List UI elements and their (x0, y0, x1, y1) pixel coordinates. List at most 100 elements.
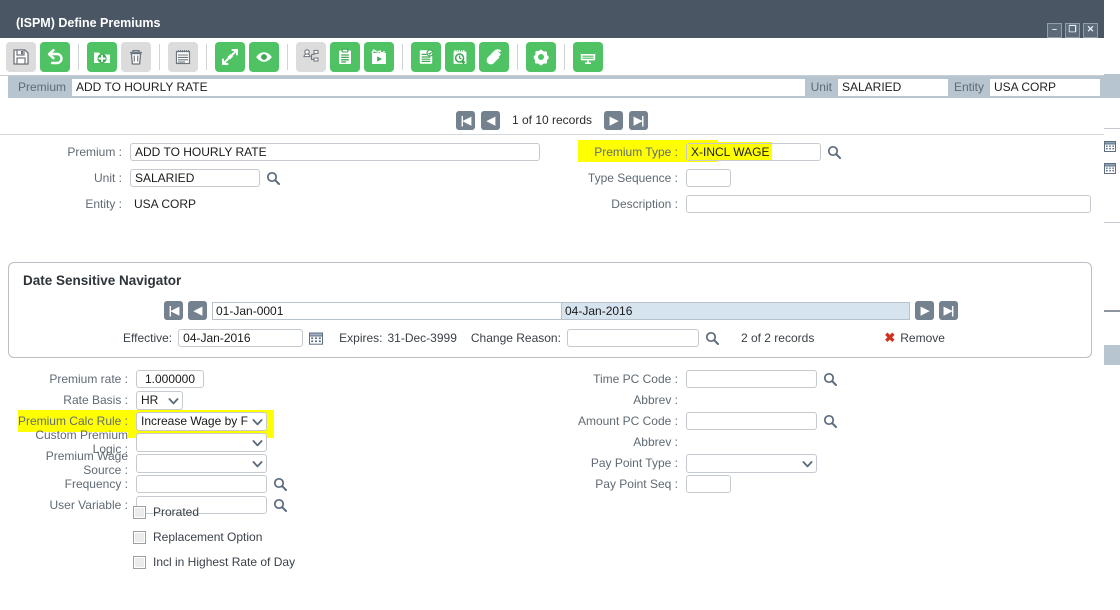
dsn-range-end-input[interactable] (562, 301, 910, 320)
first-record-button[interactable]: |◀ (455, 110, 475, 130)
history-icon (450, 47, 470, 67)
prorated-checkbox[interactable] (133, 505, 146, 519)
strip-premium-input[interactable] (72, 78, 805, 96)
undo-button[interactable] (40, 41, 70, 72)
calendar-icon[interactable] (1104, 140, 1116, 152)
entity-value: USA CORP (134, 197, 197, 211)
maximize-icon: ❐ (1068, 24, 1077, 34)
premium-rate-row: Premium rate : (10, 370, 204, 388)
pay-point-seq-input[interactable] (686, 475, 731, 493)
eye-icon (254, 47, 274, 67)
strip-unit-input[interactable] (837, 78, 948, 96)
effective-label: Effective: (123, 331, 173, 345)
premium-calc-rule-select[interactable]: Increase Wage by Fl... (136, 411, 267, 431)
expand-icon (220, 47, 240, 67)
record-navigator: |◀ ◀ 1 of 10 records ▶ ▶| (0, 106, 1104, 134)
settings-button[interactable] (526, 41, 556, 72)
premium-input[interactable] (130, 143, 540, 161)
custom-premium-logic-select[interactable] (136, 432, 267, 452)
premium-type-search-icon[interactable] (827, 145, 841, 159)
description-label: Description : (611, 197, 678, 211)
display-button[interactable] (573, 41, 603, 72)
premium-settings-form: Premium rate : Rate Basis : HR Premium C… (0, 368, 1104, 598)
clipboard-button[interactable] (330, 41, 360, 72)
user-variable-search-icon[interactable] (273, 498, 287, 512)
frequency-search-icon[interactable] (273, 477, 287, 491)
next-record-button[interactable]: ▶ (604, 110, 624, 130)
pay-point-seq-label: Pay Point Seq : (595, 477, 678, 491)
expand-button[interactable] (215, 41, 245, 72)
unit-field-row: Unit : (60, 169, 280, 187)
pay-point-type-select[interactable] (686, 453, 817, 473)
clipboard-icon (335, 47, 355, 67)
unit-search-icon[interactable] (266, 171, 280, 185)
dsn-last-button[interactable]: ▶| (939, 301, 958, 320)
toolbar (0, 38, 1104, 76)
report-check-button[interactable] (411, 41, 441, 72)
dsn-previous-button[interactable]: ◀ (188, 301, 207, 320)
frequency-input[interactable] (136, 475, 267, 493)
main-window: (ISPM) Define Premiums – ❐ ✕ Premium ADD… (0, 0, 1104, 610)
attach-button[interactable] (479, 41, 509, 72)
unit-input[interactable] (130, 169, 260, 187)
org-chart-button[interactable] (296, 41, 326, 72)
incl-highest-rate-checkbox-row[interactable]: Incl in Highest Rate of Day (133, 555, 295, 569)
remove-label: Remove (900, 331, 945, 345)
strip-entity-label: Entity (953, 80, 984, 94)
premium-type-label: Premium Type : (594, 145, 678, 159)
premium-type-input[interactable] (686, 143, 821, 161)
attach-icon (484, 47, 504, 67)
premium-wage-source-row: Premium Wage Source : (10, 449, 267, 477)
save-button[interactable] (6, 41, 36, 72)
premium-strip: Premium Unit Entity (8, 76, 1104, 98)
dsn-next-button[interactable]: ▶ (915, 301, 934, 320)
rate-basis-select[interactable]: HR (136, 390, 183, 410)
background-window-strip (1102, 74, 1120, 98)
close-button[interactable]: ✕ (1083, 23, 1098, 38)
maximize-button[interactable]: ❐ (1065, 23, 1080, 38)
add-button[interactable] (87, 41, 117, 72)
amount-pc-code-input[interactable] (686, 412, 817, 430)
dsn-range-start-input[interactable] (212, 301, 562, 320)
incl-highest-rate-label: Incl in Highest Rate of Day (153, 555, 296, 569)
type-sequence-input[interactable] (686, 169, 731, 187)
change-reason-label: Change Reason: (470, 331, 561, 345)
previous-record-button[interactable]: ◀ (480, 110, 500, 130)
incl-highest-rate-checkbox[interactable] (133, 555, 146, 569)
abbrev-label-2: Abbrev : (633, 435, 678, 449)
delete-button[interactable] (121, 41, 151, 72)
strip-entity-input[interactable] (990, 78, 1100, 96)
minimize-button[interactable]: – (1047, 23, 1062, 38)
schedule-button[interactable] (364, 41, 394, 72)
pay-point-seq-row: Pay Point Seq : (560, 475, 731, 493)
display-icon (578, 47, 598, 67)
window-titlebar: (ISPM) Define Premiums – ❐ ✕ (0, 8, 1104, 38)
remove-button[interactable]: ✖ Remove (884, 330, 945, 346)
last-record-button[interactable]: ▶| (629, 110, 649, 130)
list-button[interactable] (168, 41, 198, 72)
time-pc-code-search-icon[interactable] (823, 372, 837, 386)
replacement-option-checkbox-row[interactable]: Replacement Option (133, 530, 262, 544)
calendar-icon[interactable] (309, 331, 324, 345)
toolbar-separator (564, 43, 565, 70)
premium-rate-input[interactable] (136, 370, 204, 388)
history-button[interactable] (445, 41, 475, 72)
frequency-row: Frequency : (10, 475, 287, 493)
time-pc-code-input[interactable] (686, 370, 817, 388)
effective-date-input[interactable] (178, 329, 304, 347)
strip-premium-label: Premium (18, 80, 67, 94)
prorated-checkbox-row[interactable]: Prorated (133, 505, 199, 519)
change-reason-search-icon[interactable] (705, 331, 719, 345)
premium-type-field-row: Premium Type : (560, 143, 841, 161)
premium-wage-source-select[interactable] (136, 453, 267, 473)
view-button[interactable] (249, 41, 279, 72)
prorated-label: Prorated (153, 505, 200, 519)
replacement-option-checkbox[interactable] (133, 530, 146, 544)
change-reason-input[interactable] (566, 329, 699, 347)
description-input[interactable] (686, 195, 1091, 213)
entity-label: Entity : (85, 197, 122, 211)
calendar-icon[interactable] (1104, 162, 1116, 174)
dsn-first-button[interactable]: |◀ (164, 301, 183, 320)
window-controls: – ❐ ✕ (1047, 23, 1098, 38)
amount-pc-code-search-icon[interactable] (823, 414, 837, 428)
